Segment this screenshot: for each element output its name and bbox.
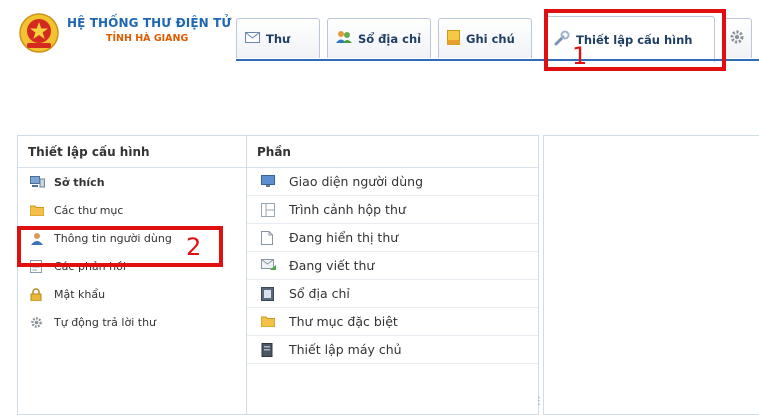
settings-panel: Thiết lập cấu hình Sở thích Các thư mục … xyxy=(17,135,266,415)
mail-icon xyxy=(245,31,260,46)
lock-icon xyxy=(30,288,44,302)
contacts-icon xyxy=(336,30,352,47)
tab-contacts[interactable]: Sổ địa chỉ xyxy=(327,18,431,58)
server-icon xyxy=(261,342,275,357)
gear-icon xyxy=(30,316,44,328)
section-item-label: Trình cảnh hộp thư xyxy=(289,202,406,217)
monitor-icon xyxy=(261,174,275,189)
section-item-label: Đang viết thư xyxy=(289,258,375,273)
section-item-displaying[interactable]: Đang hiển thị thư xyxy=(247,224,538,252)
section-item-mailbox-view[interactable]: Trình cảnh hộp thư xyxy=(247,196,538,224)
section-item-label: Giao diện người dùng xyxy=(289,174,424,189)
brand-subtitle: TỈNH HÀ GIANG xyxy=(106,33,189,44)
folder-icon xyxy=(29,204,45,217)
section-item-label: Sổ địa chỉ xyxy=(289,286,350,301)
detail-panel xyxy=(543,135,759,415)
tab-gear[interactable] xyxy=(722,18,752,58)
settings-item-label: Mật khẩu xyxy=(54,287,106,301)
sections-panel-title: Phần xyxy=(247,136,538,168)
brand: HỆ THỐNG THƯ ĐIỆN TỬ TỈNH HÀ GIANG xyxy=(67,16,232,46)
settings-item-label: Các thư mục xyxy=(54,203,124,217)
section-item-special-folders[interactable]: Thư mục đặc biệt xyxy=(247,308,538,336)
settings-panel-title: Thiết lập cấu hình xyxy=(18,136,265,168)
sections-panel: Phần Giao diện người dùng Trình cảnh hộp… xyxy=(246,135,539,415)
settings-item-password[interactable]: Mật khẩu xyxy=(18,280,265,308)
callout-number-2: 2 xyxy=(186,233,202,261)
layout-icon xyxy=(261,202,275,217)
section-item-addressbook[interactable]: Sổ địa chỉ xyxy=(247,280,538,308)
section-item-ui[interactable]: Giao diện người dùng xyxy=(247,168,538,196)
settings-item-preferences[interactable]: Sở thích xyxy=(18,168,265,196)
settings-item-folders[interactable]: Các thư mục xyxy=(18,196,265,224)
section-item-label: Đang hiển thị thư xyxy=(289,230,399,245)
section-item-composing[interactable]: Đang viết thư xyxy=(247,252,538,280)
settings-item-auto-reply[interactable]: Tự động trả lời thư xyxy=(18,308,265,336)
settings-item-label: Sở thích xyxy=(54,175,105,189)
note-icon xyxy=(447,29,460,48)
preferences-icon xyxy=(30,176,45,188)
folder-icon xyxy=(260,315,276,329)
gear-icon xyxy=(729,29,745,48)
tab-label: Thư xyxy=(266,31,291,46)
settings-item-label: Tự động trả lời thư xyxy=(54,315,157,329)
section-item-label: Thư mục đặc biệt xyxy=(289,314,398,329)
tab-label: Sổ địa chỉ xyxy=(358,31,422,46)
emblem-logo xyxy=(17,12,61,54)
page-icon xyxy=(261,230,275,245)
compose-icon xyxy=(261,258,276,273)
callout-number-1: 1 xyxy=(572,42,588,70)
section-item-label: Thiết lập máy chủ xyxy=(289,342,402,357)
addressbook-icon xyxy=(261,286,275,301)
panel-resize-handle[interactable]: ⋮ xyxy=(534,396,544,410)
brand-title: HỆ THỐNG THƯ ĐIỆN TỬ xyxy=(67,16,232,30)
section-item-server-settings[interactable]: Thiết lập máy chủ xyxy=(247,336,538,364)
tab-label: Ghi chú xyxy=(466,31,515,46)
tab-notes[interactable]: Ghi chú xyxy=(438,18,532,58)
tab-mail[interactable]: Thư xyxy=(236,18,320,58)
